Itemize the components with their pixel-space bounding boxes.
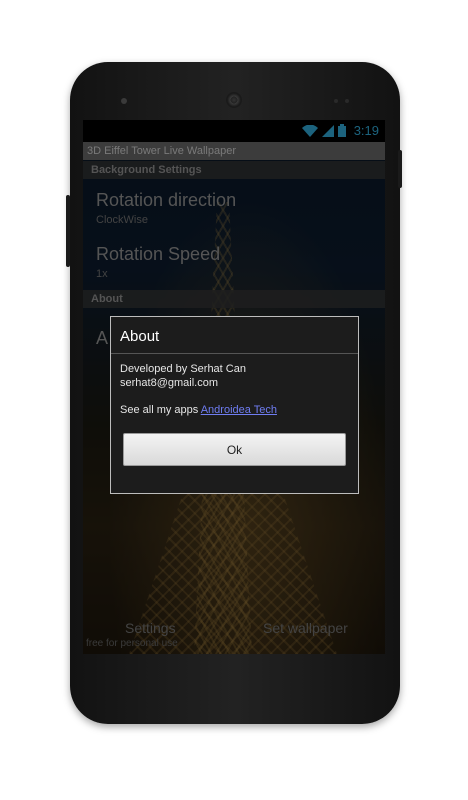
proximity-sensor <box>334 99 338 103</box>
email-text: serhat8@gmail.com <box>120 377 218 389</box>
power-button <box>398 150 402 188</box>
light-sensor <box>345 99 349 103</box>
about-dialog: About Developed by Serhat Can serhat8@gm… <box>110 316 359 494</box>
apps-line: See all my apps Androidea Tech <box>120 404 277 416</box>
developer-text: Developed by Serhat Can <box>120 363 246 375</box>
dialog-divider <box>111 353 358 354</box>
front-camera <box>121 98 127 104</box>
ok-button[interactable]: Ok <box>123 433 346 466</box>
screen: 3:19 3D Eiffel Tower Live Wallpaper Back… <box>83 120 385 654</box>
volume-button <box>66 195 70 267</box>
apps-prefix: See all my apps <box>120 404 199 416</box>
apps-link[interactable]: Androidea Tech <box>201 404 277 416</box>
dialog-title: About <box>120 328 160 345</box>
earpiece-speaker <box>226 92 242 108</box>
